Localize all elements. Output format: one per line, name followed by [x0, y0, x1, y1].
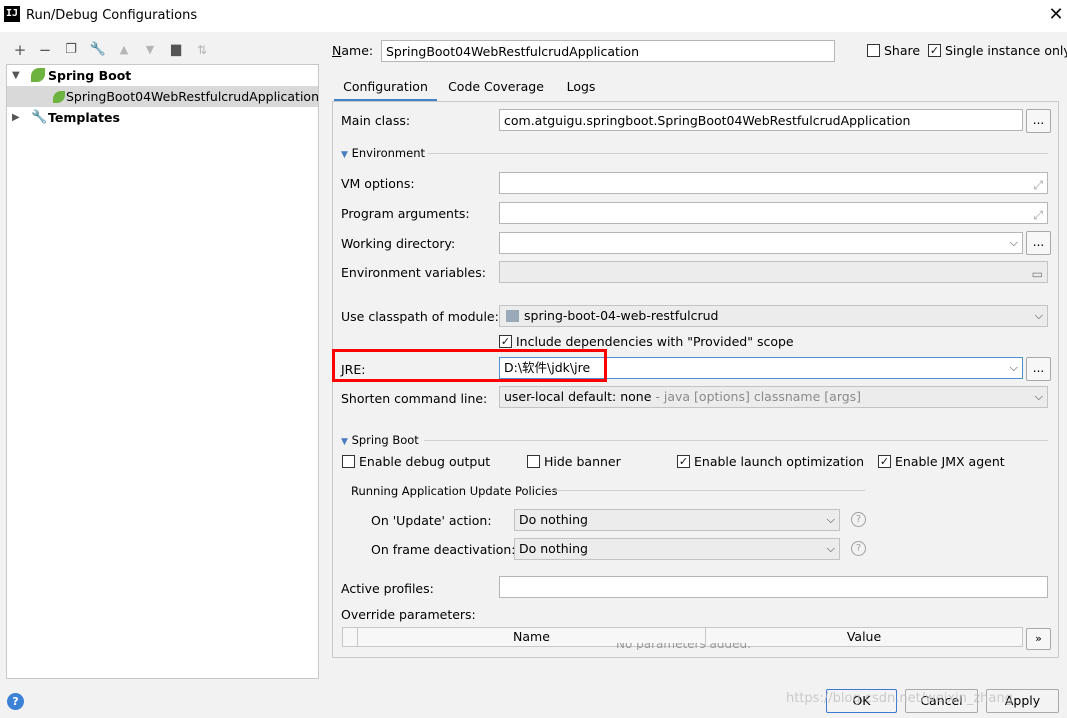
- share-label: Share: [884, 43, 921, 58]
- folder-icon[interactable]: ▆: [167, 41, 185, 59]
- enable-debug-checkbox[interactable]: [342, 455, 355, 468]
- tree-label: Templates: [48, 110, 120, 125]
- main-class-label: Main class:: [341, 113, 411, 128]
- chevron-down-icon[interactable]: ⌵: [1035, 387, 1043, 407]
- spring-boot-app-icon: [53, 91, 65, 103]
- launch-optimization-label: Enable launch optimization: [694, 454, 865, 469]
- highlight-box: [332, 349, 607, 382]
- divider: [424, 440, 1048, 441]
- copy-icon[interactable]: ❐: [62, 41, 80, 59]
- wrench-icon: 🔧: [31, 110, 48, 125]
- tree-label: Spring Boot: [48, 68, 132, 83]
- divider: [549, 490, 865, 491]
- hide-banner-checkbox[interactable]: [527, 455, 540, 468]
- jmx-agent-label: Enable JMX agent: [895, 454, 1005, 469]
- chevron-right-icon[interactable]: ▶: [12, 107, 20, 128]
- tree-label: SpringBoot04WebRestfulcrudApplication: [66, 89, 320, 104]
- enable-debug-label: Enable debug output: [359, 454, 491, 469]
- vm-options-label: VM options:: [341, 176, 415, 191]
- column-header-value[interactable]: Value: [706, 628, 1022, 646]
- wrench-icon[interactable]: 🔧: [89, 41, 107, 59]
- tab-logs[interactable]: Logs: [558, 73, 604, 101]
- window-title: Run/Debug Configurations: [26, 8, 198, 23]
- empty-table-text: No parameters added.: [616, 643, 751, 650]
- include-deps-checkbox[interactable]: [499, 335, 512, 348]
- main-class-browse-button[interactable]: ...: [1026, 109, 1051, 133]
- chevron-down-icon[interactable]: ⌵: [827, 539, 835, 559]
- intellij-icon: IJ: [4, 6, 20, 22]
- launch-optimization-checkbox[interactable]: [677, 455, 690, 468]
- single-instance-checkbox[interactable]: [928, 44, 941, 57]
- working-directory-combo[interactable]: ⌵: [499, 232, 1023, 254]
- tab-code-coverage[interactable]: Code Coverage: [443, 73, 549, 101]
- configuration-tree[interactable]: ▼ Spring Boot SpringBoot04WebRestfulcrud…: [6, 64, 319, 679]
- update-policies-title: Running Application Update Policies: [351, 484, 558, 498]
- close-icon[interactable]: ✕: [1046, 4, 1066, 26]
- chevron-down-icon[interactable]: ⌵: [1010, 358, 1018, 378]
- active-profiles-label: Active profiles:: [341, 581, 434, 596]
- chevron-down-icon[interactable]: ⌵: [827, 510, 835, 530]
- vm-options-input[interactable]: ⤢: [499, 172, 1048, 194]
- on-frame-label: On frame deactivation:: [371, 542, 516, 557]
- arrow-up-icon[interactable]: ▲: [115, 41, 133, 59]
- jmx-agent-checkbox[interactable]: [878, 455, 891, 468]
- environment-variables-input[interactable]: ▭: [499, 261, 1048, 283]
- arrow-down-icon[interactable]: ▼: [141, 41, 159, 59]
- environment-variables-label: Environment variables:: [341, 265, 486, 280]
- program-arguments-input[interactable]: ⤢: [499, 202, 1048, 224]
- tree-item-templates[interactable]: ▶ 🔧 Templates: [7, 107, 318, 128]
- help-icon[interactable]: ?: [851, 512, 866, 527]
- watermark: https://blog.csdn.net/weixin_zhang: [786, 691, 1013, 706]
- on-update-label: On 'Update' action:: [371, 513, 492, 528]
- program-arguments-label: Program arguments:: [341, 206, 470, 221]
- jre-browse-button[interactable]: ...: [1026, 357, 1051, 381]
- tree-item-spring-boot[interactable]: ▼ Spring Boot: [7, 65, 318, 86]
- shorten-command-combo[interactable]: user-local default: none - java [options…: [499, 386, 1048, 408]
- main-class-input[interactable]: [499, 109, 1023, 131]
- classpath-label: Use classpath of module:: [341, 309, 499, 324]
- name-label: Name:: [332, 43, 374, 58]
- expand-icon[interactable]: ⤢: [1033, 205, 1043, 223]
- sort-icon[interactable]: ⇅: [193, 41, 211, 59]
- on-frame-combo[interactable]: Do nothing ⌵: [514, 538, 840, 560]
- name-input[interactable]: [381, 40, 835, 62]
- override-parameters-label: Override parameters:: [341, 607, 476, 622]
- help-icon[interactable]: ?: [851, 541, 866, 556]
- chevron-down-icon[interactable]: ⌵: [1010, 233, 1018, 253]
- working-directory-browse-button[interactable]: ...: [1026, 231, 1051, 255]
- table-more-button[interactable]: »: [1026, 628, 1051, 650]
- plus-icon[interactable]: +: [11, 41, 29, 59]
- include-deps-label: Include dependencies with "Provided" sco…: [516, 334, 794, 349]
- environment-section[interactable]: ▼ Environment: [341, 146, 425, 160]
- active-profiles-input[interactable]: [499, 576, 1048, 598]
- module-folder-icon: [506, 310, 519, 322]
- working-directory-label: Working directory:: [341, 236, 456, 251]
- hide-banner-label: Hide banner: [544, 454, 621, 469]
- on-update-combo[interactable]: Do nothing ⌵: [514, 509, 840, 531]
- spring-boot-icon: [31, 68, 45, 82]
- share-checkbox[interactable]: [867, 44, 880, 57]
- spring-boot-section[interactable]: ▼ Spring Boot: [341, 433, 419, 447]
- chevron-down-icon[interactable]: ⌵: [1035, 306, 1043, 326]
- folder-icon[interactable]: ▭: [1032, 264, 1043, 282]
- single-instance-label: Single instance only: [945, 43, 1067, 58]
- chevron-down-icon[interactable]: ▼: [12, 65, 20, 86]
- shorten-command-label: Shorten command line:: [341, 391, 488, 406]
- tab-configuration[interactable]: Configuration: [334, 73, 437, 101]
- collapse-icon: ▼: [341, 437, 348, 447]
- classpath-combo[interactable]: spring-boot-04-web-restfulcrud ⌵: [499, 305, 1048, 327]
- divider: [428, 153, 1048, 154]
- help-icon[interactable]: ?: [7, 693, 24, 710]
- collapse-icon: ▼: [341, 150, 348, 160]
- minus-icon[interactable]: −: [36, 41, 54, 59]
- tree-item-app[interactable]: SpringBoot04WebRestfulcrudApplication: [7, 86, 320, 107]
- expand-icon[interactable]: ⤢: [1033, 175, 1043, 193]
